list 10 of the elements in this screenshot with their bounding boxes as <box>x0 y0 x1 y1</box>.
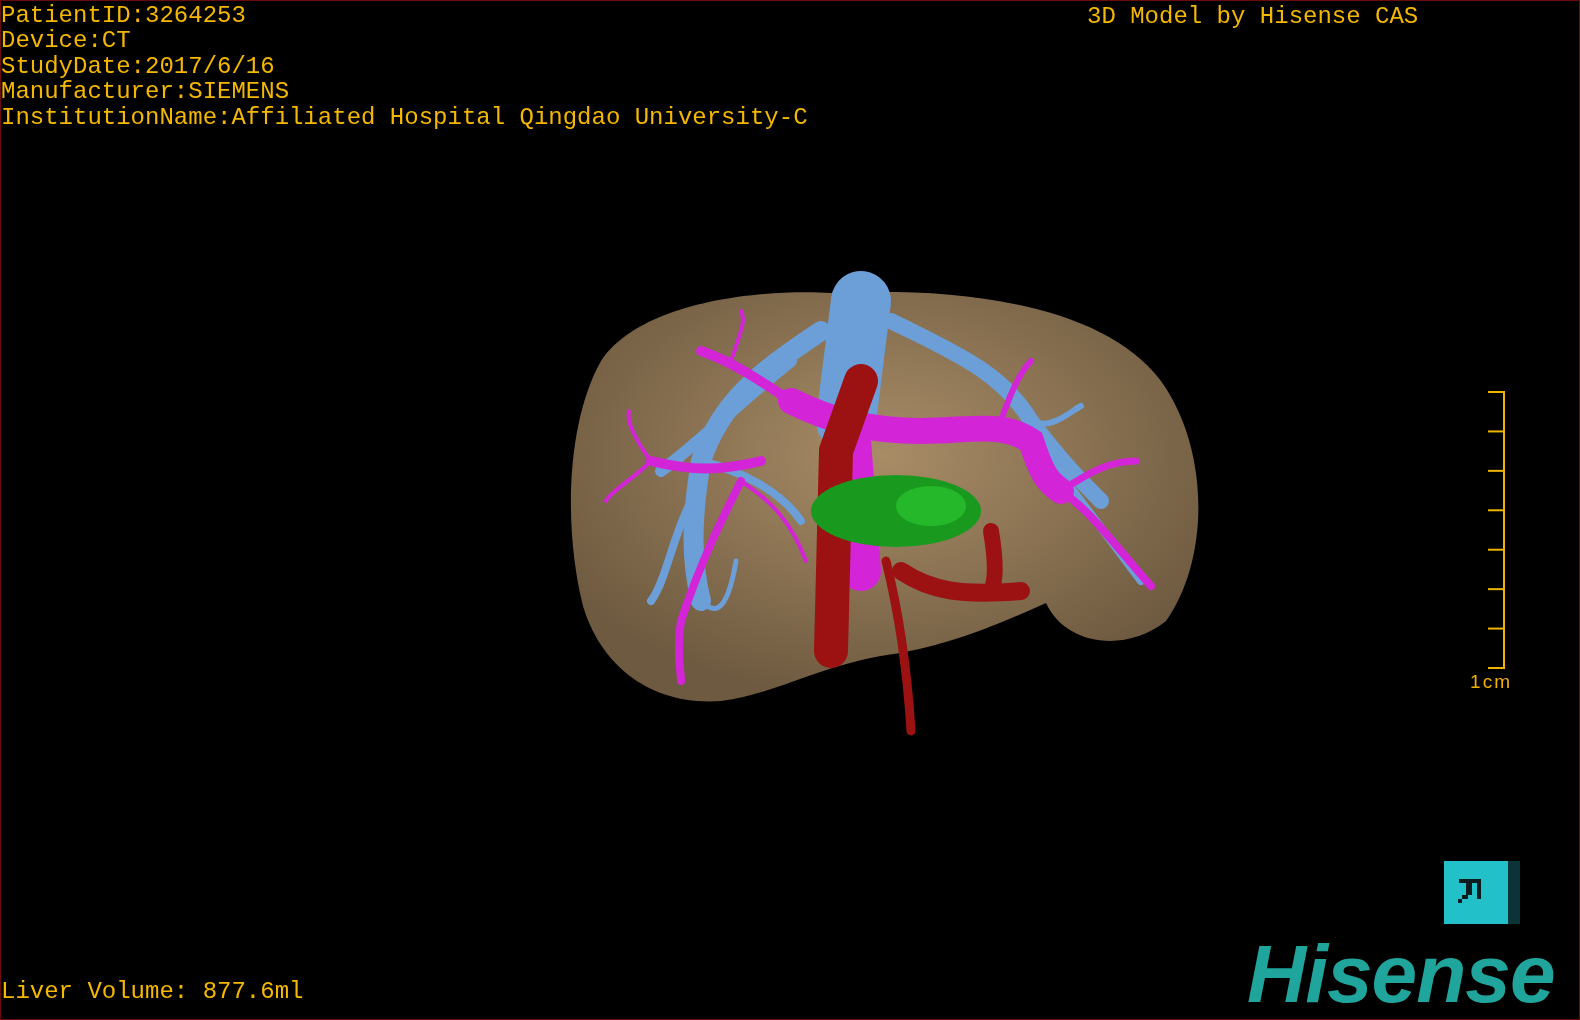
study-info-line: PatientID:3264253 <box>1 3 247 29</box>
brand-logo: Hisense <box>1247 933 1555 1015</box>
viewer-title: 3D Model by Hisense CAS <box>1087 4 1419 30</box>
study-info-line: Manufacturer:SIEMENS <box>1 79 291 105</box>
study-info-line: StudyDate:2017/6/16 <box>1 53 276 80</box>
orientation-cube-icon[interactable] <box>1444 861 1520 924</box>
study-info-line: Device:CT <box>1 28 132 54</box>
scale-label: 1cm <box>1470 671 1512 693</box>
liver-volume-label: Liver Volume: 877.6ml <box>1 979 304 1005</box>
study-info-line: InstitutionName:Affiliated Hospital Qingdao University-C <box>1 104 808 131</box>
